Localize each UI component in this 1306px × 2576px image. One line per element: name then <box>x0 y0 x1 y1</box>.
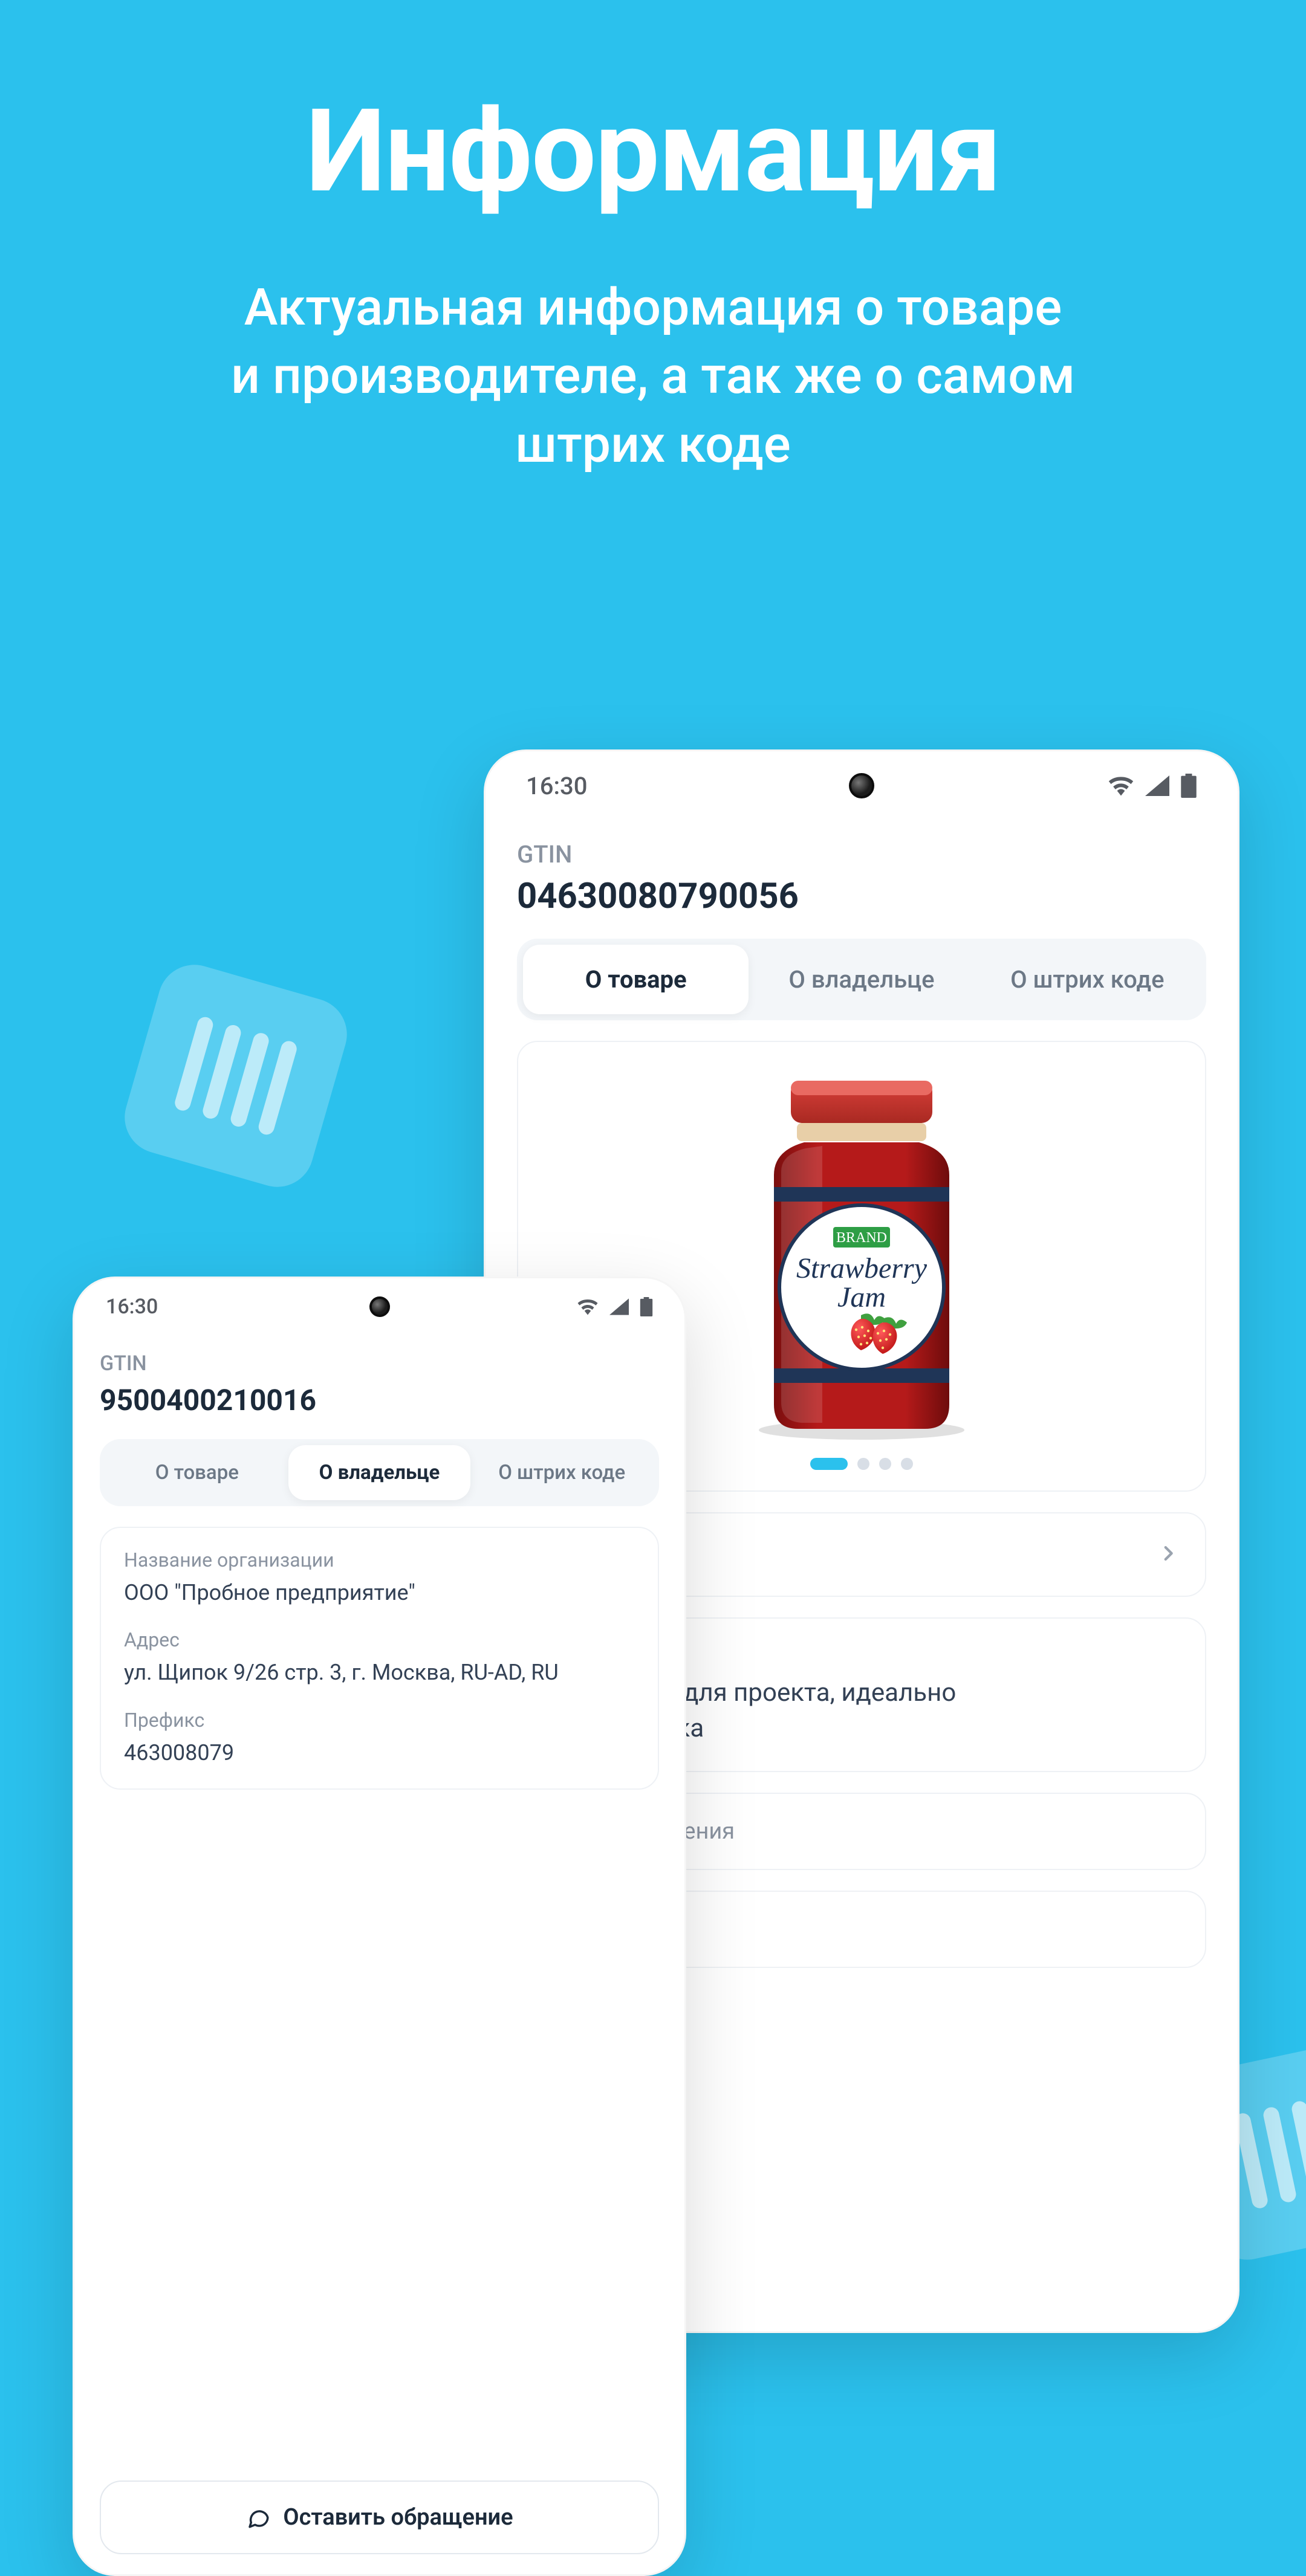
battery-icon <box>640 1297 653 1316</box>
camera-notch-icon <box>849 773 874 798</box>
image-pager-dots[interactable] <box>810 1458 913 1470</box>
leave-feedback-label: Оставить обращение <box>283 2504 513 2531</box>
prefix-label: Префикс <box>124 1709 635 1732</box>
leave-feedback-button[interactable]: Оставить обращение <box>100 2481 659 2554</box>
prefix-value: 463008079 <box>124 1738 635 1768</box>
tabs: О товаре О владельце О штрих коде <box>517 939 1206 1020</box>
barcode-icon <box>173 1015 299 1137</box>
gtin-value: 9500400210016 <box>100 1383 659 1417</box>
status-time: 16:30 <box>106 1295 158 1319</box>
page-title: Информация <box>0 85 1306 219</box>
battery-icon <box>1180 774 1197 798</box>
pager-dot[interactable] <box>857 1458 869 1470</box>
tab-about-owner[interactable]: О владельце <box>288 1445 471 1500</box>
svg-text:BRAND: BRAND <box>836 1230 887 1246</box>
wifi-icon <box>577 1298 599 1315</box>
status-icons <box>1108 774 1197 798</box>
chat-icon <box>245 2505 271 2530</box>
status-bar: 16:30 <box>484 749 1239 822</box>
tab-about-product[interactable]: О товаре <box>106 1445 288 1500</box>
tab-about-product[interactable]: О товаре <box>523 945 749 1014</box>
owner-info-card: Название организации ООО "Пробное предпр… <box>100 1527 659 1790</box>
barcode-icon <box>1233 2094 1306 2210</box>
tab-about-barcode[interactable]: О штрих коде <box>470 1445 653 1500</box>
page-subtitle: Актуальная информация о товаре и произво… <box>0 273 1306 479</box>
address-label: Адрес <box>124 1628 635 1651</box>
wifi-icon <box>1108 775 1134 796</box>
pager-dot[interactable] <box>901 1458 913 1470</box>
tabs: О товаре О владельце О штрих коде <box>100 1439 659 1506</box>
tab-about-owner[interactable]: О владельце <box>749 945 974 1014</box>
pager-dot[interactable] <box>879 1458 891 1470</box>
bg-decor-tile <box>116 956 356 1196</box>
signal-icon <box>609 1298 629 1315</box>
gtin-label: GTIN <box>100 1351 659 1376</box>
hero-section: Информация Актуальная информация о товар… <box>0 0 1306 479</box>
status-icons <box>577 1297 653 1316</box>
svg-text:Strawberry: Strawberry <box>796 1252 928 1284</box>
org-name-label: Название организации <box>124 1549 635 1571</box>
phone-mockup-front: 16:30 GTIN 9500400210016 О товаре О влад… <box>73 1277 686 2576</box>
chevron-right-icon <box>1158 1543 1178 1566</box>
gtin-value: 04630080790056 <box>517 876 1206 917</box>
status-time: 16:30 <box>526 772 587 800</box>
gtin-label: GTIN <box>517 840 1206 869</box>
svg-text:Jam: Jam <box>837 1281 886 1313</box>
signal-icon <box>1145 775 1169 796</box>
org-name-value: ООО "Пробное предприятие" <box>124 1578 635 1608</box>
status-bar: 16:30 <box>73 1277 686 1337</box>
pager-dot-active[interactable] <box>810 1458 848 1470</box>
address-value: ул. Щипок 9/26 стр. 3, г. Москва, RU-AD,… <box>124 1657 635 1688</box>
camera-notch-icon <box>369 1296 390 1317</box>
tab-about-barcode[interactable]: О штрих коде <box>975 945 1200 1014</box>
